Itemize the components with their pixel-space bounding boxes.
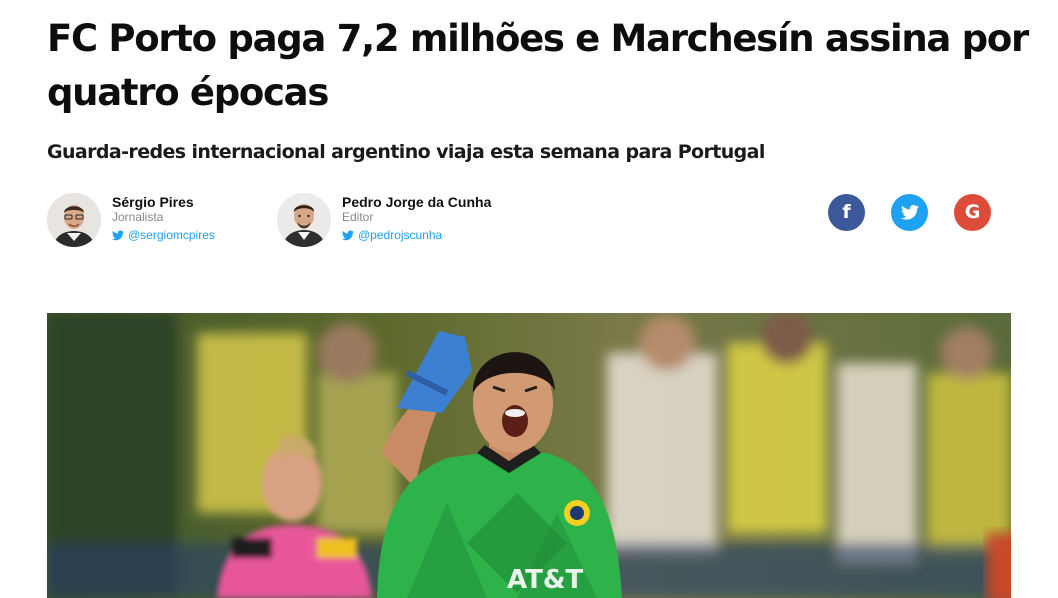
- twitter-icon: [112, 230, 124, 241]
- author-twitter-link[interactable]: @pedrojscunha: [342, 227, 491, 243]
- author-twitter-handle: @pedrojscunha: [358, 228, 443, 242]
- author-role: Jornalista: [112, 210, 164, 224]
- google-icon: G: [964, 201, 981, 223]
- share-twitter-button[interactable]: [891, 194, 928, 231]
- facebook-icon: f: [842, 201, 851, 223]
- article-headline: FC Porto paga 7,2 milhões e Marchesín as…: [47, 17, 1029, 114]
- svg-text:AT&T: AT&T: [507, 565, 584, 595]
- author-twitter-handle: @sergiomcpires: [128, 228, 215, 242]
- author-role: Editor: [342, 210, 374, 224]
- article-subtitle: Guarda-redes internacional argentino via…: [47, 141, 765, 163]
- author-card: Pedro Jorge da Cunha Editor @pedrojscunh…: [277, 193, 491, 249]
- avatar[interactable]: [277, 193, 331, 247]
- author-name[interactable]: Sérgio Pires: [112, 194, 215, 210]
- article-hero-photo: AT&T: [47, 313, 1011, 598]
- author-twitter-link[interactable]: @sergiomcpires: [112, 227, 215, 243]
- article-page: FC Porto paga 7,2 milhões e Marchesín as…: [0, 0, 1058, 598]
- author-name[interactable]: Pedro Jorge da Cunha: [342, 194, 491, 210]
- goalkeeper-celebrating-photo: AT&T: [47, 313, 1011, 598]
- share-google-button[interactable]: G: [954, 194, 991, 231]
- twitter-icon: [342, 230, 354, 241]
- twitter-icon: [900, 205, 919, 220]
- author-card: Sérgio Pires Jornalista @sergiomcpires: [47, 193, 215, 249]
- avatar[interactable]: [47, 193, 101, 247]
- share-facebook-button[interactable]: f: [828, 194, 865, 231]
